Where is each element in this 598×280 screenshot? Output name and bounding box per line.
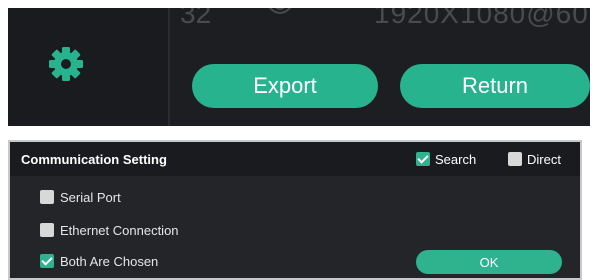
source-row: 32 1920X1080@60 — [180, 8, 588, 30]
direct-checkbox[interactable] — [508, 152, 522, 166]
both-are-chosen-checkbox[interactable] — [40, 254, 54, 268]
ok-button[interactable]: OK — [416, 250, 562, 274]
direct-option[interactable]: Direct — [508, 151, 561, 167]
export-button[interactable]: Export — [192, 64, 378, 108]
communication-setting-dialog: Communication Setting Search Direct Seri… — [8, 140, 582, 280]
ethernet-connection-checkbox[interactable] — [40, 223, 54, 237]
dialog-title: Communication Setting — [21, 152, 167, 167]
signal-icon — [268, 8, 292, 14]
serial-port-checkbox[interactable] — [40, 190, 54, 204]
search-checkbox[interactable] — [416, 152, 430, 166]
serial-port-option[interactable]: Serial Port — [40, 188, 121, 206]
source-index: 32 — [180, 8, 212, 29]
settings-tile[interactable] — [8, 8, 170, 126]
source-resolution: 1920X1080@60 — [374, 8, 589, 29]
dialog-header: Communication Setting Search Direct — [10, 142, 580, 176]
both-are-chosen-option[interactable]: Both Are Chosen — [40, 252, 158, 270]
return-button[interactable]: Return — [400, 64, 590, 108]
ethernet-connection-option[interactable]: Ethernet Connection — [40, 221, 179, 239]
direct-label: Direct — [527, 151, 561, 167]
ethernet-connection-label: Ethernet Connection — [60, 222, 179, 238]
search-label: Search — [435, 151, 477, 167]
both-are-chosen-label: Both Are Chosen — [60, 253, 159, 269]
gear-icon — [49, 47, 83, 81]
search-option[interactable]: Search — [416, 151, 476, 167]
device-panel: 32 1920X1080@60 Export Return — [8, 8, 590, 126]
serial-port-label: Serial Port — [60, 189, 121, 205]
